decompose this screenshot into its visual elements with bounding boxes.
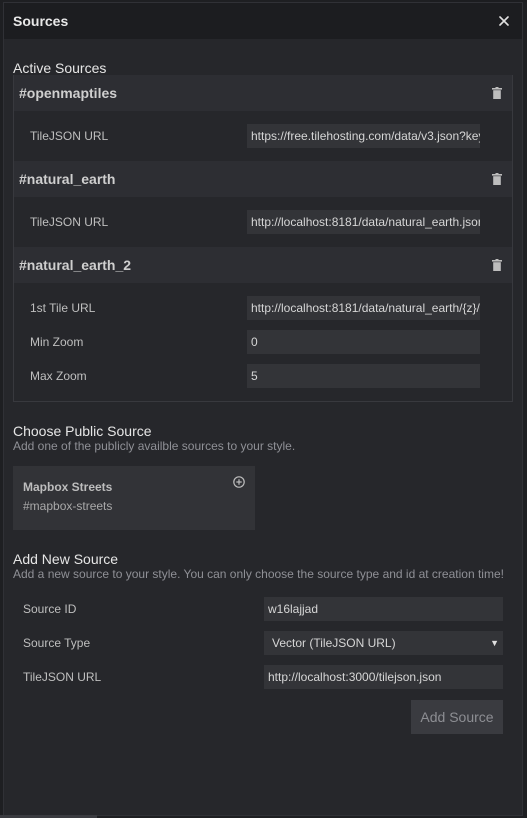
public-source-card[interactable]: Mapbox Streets #mapbox-streets bbox=[13, 466, 255, 530]
active-sources-heading: Active Sources bbox=[13, 60, 107, 76]
source-natural-earth: #natural_earth TileJSON URL http://local… bbox=[14, 161, 512, 247]
source-type-value: Vector (TileJSON URL) bbox=[272, 636, 396, 650]
source-type-label: Source Type bbox=[23, 636, 91, 650]
max-zoom-input[interactable]: 5 bbox=[247, 364, 480, 388]
trash-icon[interactable] bbox=[492, 259, 502, 271]
close-button[interactable] bbox=[496, 13, 512, 29]
tilejson-url-label: TileJSON URL bbox=[23, 670, 102, 684]
source-natural-earth-2: #natural_earth_2 1st Tile URL http://loc… bbox=[14, 247, 512, 401]
add-circle-icon[interactable] bbox=[233, 476, 245, 488]
form-row: Source Type Vector (TileJSON URL) ▼ bbox=[13, 626, 513, 660]
new-source-help: Add a new source to your style. You can … bbox=[13, 567, 504, 581]
add-button-wrap: Add Source bbox=[13, 700, 513, 734]
prop-label: 1st Tile URL bbox=[30, 301, 96, 315]
source-header: #natural_earth_2 bbox=[14, 247, 512, 283]
caret-down-icon: ▼ bbox=[490, 638, 499, 648]
new-source-heading: Add New Source bbox=[13, 551, 119, 567]
min-zoom-input[interactable]: 0 bbox=[247, 330, 480, 354]
form-row: TileJSON URL http://localhost:3000/tilej… bbox=[13, 660, 513, 694]
modal-body: Active Sources #openmaptiles TileJSON UR… bbox=[4, 39, 522, 734]
prop-label: TileJSON URL bbox=[30, 215, 109, 229]
new-source-form: Source ID w16lajjad Source Type Vector (… bbox=[13, 592, 513, 694]
source-body: 1st Tile URL http://localhost:8181/data/… bbox=[14, 283, 512, 401]
modal-title: Sources bbox=[13, 13, 69, 29]
tile-url-input[interactable]: http://localhost:8181/data/natural_earth… bbox=[247, 296, 480, 320]
source-type-select[interactable]: Vector (TileJSON URL) ▼ bbox=[264, 631, 503, 655]
active-sources-list: #openmaptiles TileJSON URL https://free.… bbox=[13, 75, 513, 402]
sources-modal: Sources Active Sources #openmaptiles Til… bbox=[3, 2, 523, 816]
prop-row: Max Zoom 5 bbox=[14, 359, 512, 393]
public-sources-heading: Choose Public Source bbox=[13, 423, 152, 439]
source-id: #natural_earth bbox=[19, 171, 116, 187]
form-row: Source ID w16lajjad bbox=[13, 592, 513, 626]
source-body: TileJSON URL https://free.tilehosting.co… bbox=[14, 111, 512, 161]
prop-row: Min Zoom 0 bbox=[14, 325, 512, 359]
source-id: #openmaptiles bbox=[19, 85, 118, 101]
new-tilejson-url-input[interactable]: http://localhost:3000/tilejson.json bbox=[264, 665, 503, 689]
tilejson-url-input[interactable]: https://free.tilehosting.com/data/v3.jso… bbox=[247, 124, 480, 148]
trash-icon[interactable] bbox=[492, 87, 502, 99]
source-id: #natural_earth_2 bbox=[19, 257, 132, 273]
modal-header: Sources bbox=[4, 3, 522, 39]
close-icon bbox=[499, 16, 509, 26]
source-openmaptiles: #openmaptiles TileJSON URL https://free.… bbox=[14, 75, 512, 161]
prop-row: TileJSON URL https://free.tilehosting.co… bbox=[14, 119, 512, 153]
add-source-button[interactable]: Add Source bbox=[411, 700, 503, 734]
prop-label: Max Zoom bbox=[30, 369, 87, 383]
tilejson-url-input[interactable]: http://localhost:8181/data/natural_earth… bbox=[247, 210, 480, 234]
public-sources-help: Add one of the publicly availble sources… bbox=[13, 439, 296, 453]
source-body: TileJSON URL http://localhost:8181/data/… bbox=[14, 197, 512, 247]
source-id-label: Source ID bbox=[23, 602, 77, 616]
public-source-id: #mapbox-streets bbox=[23, 499, 113, 513]
source-id-input[interactable]: w16lajjad bbox=[264, 597, 503, 621]
trash-icon[interactable] bbox=[492, 173, 502, 185]
prop-label: TileJSON URL bbox=[30, 129, 109, 143]
source-header: #openmaptiles bbox=[14, 75, 512, 111]
source-header: #natural_earth bbox=[14, 161, 512, 197]
prop-label: Min Zoom bbox=[30, 335, 84, 349]
prop-row: TileJSON URL http://localhost:8181/data/… bbox=[14, 205, 512, 239]
public-source-name: Mapbox Streets bbox=[23, 480, 113, 494]
prop-row: 1st Tile URL http://localhost:8181/data/… bbox=[14, 291, 512, 325]
